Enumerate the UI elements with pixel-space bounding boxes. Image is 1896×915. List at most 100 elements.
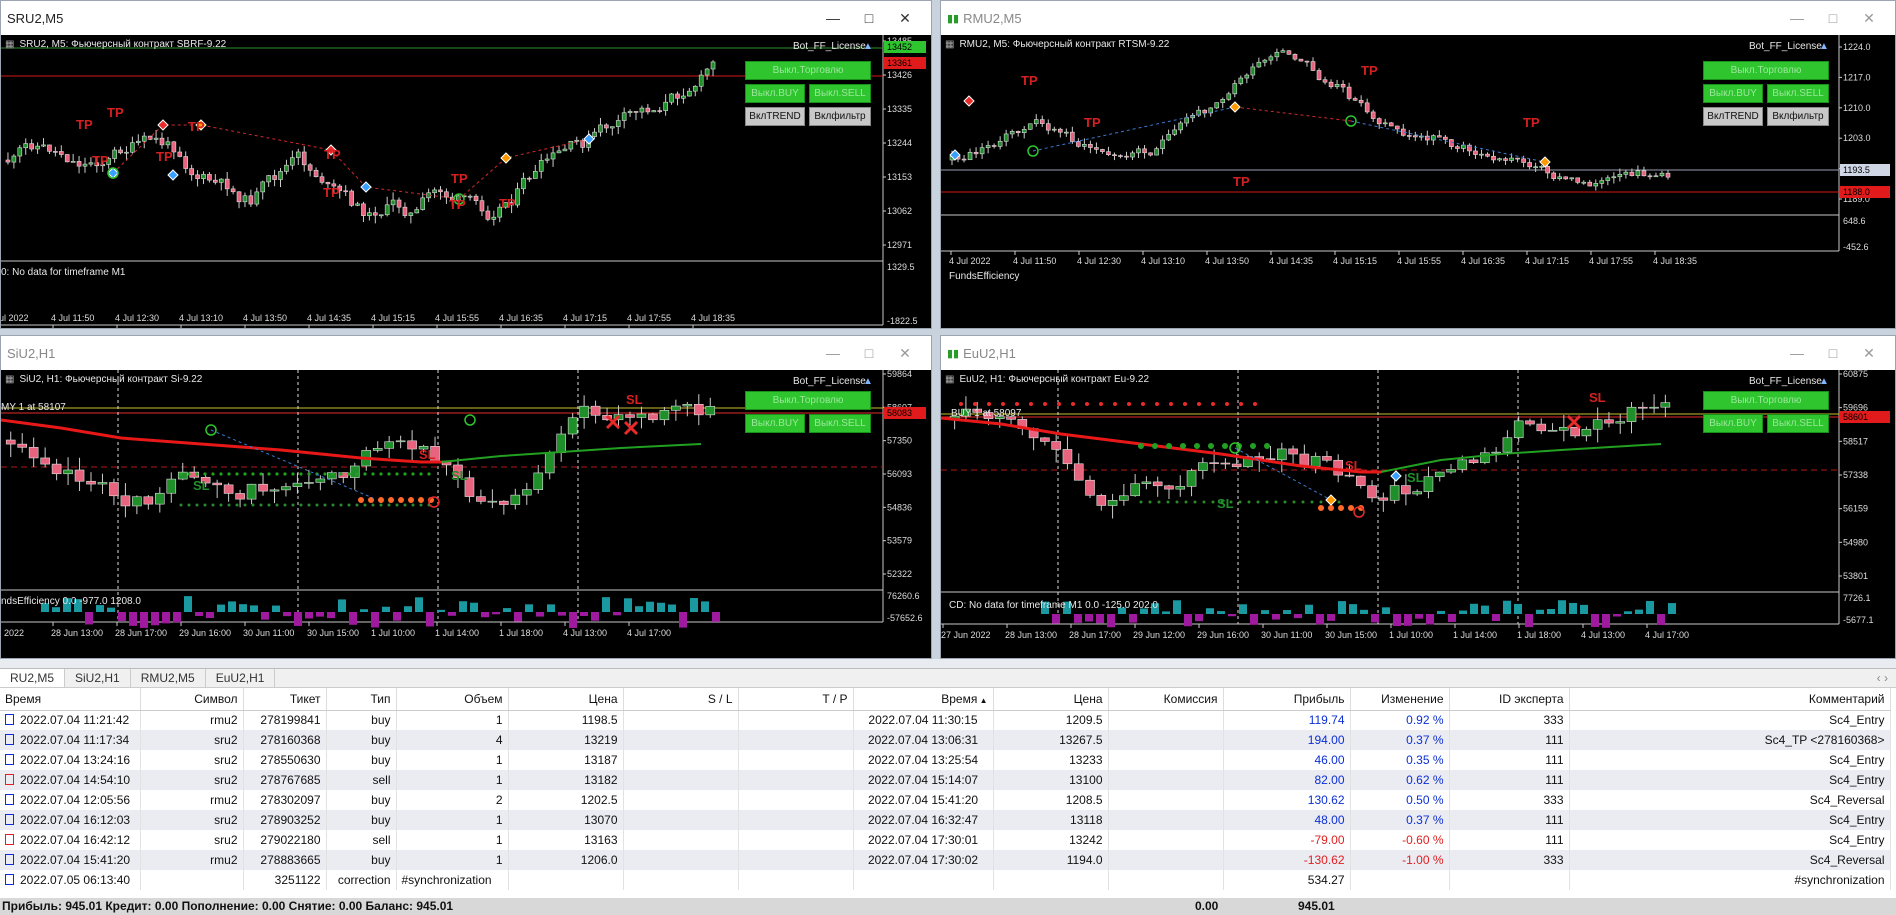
maximize-icon[interactable]: □ — [1815, 1, 1851, 35]
histogram-bar — [690, 598, 698, 612]
bull-candle — [1262, 59, 1268, 63]
disable-sell-button[interactable]: Выкл.SELL — [809, 414, 871, 433]
close-icon[interactable]: ✕ — [887, 336, 923, 370]
cell-ticket: 3251122 — [243, 870, 327, 890]
column-header[interactable]: Цена — [993, 688, 1109, 711]
column-header[interactable]: Прибыль — [1223, 688, 1351, 711]
chart-window-euu2[interactable]: ▮▮ EuU2,H1 — □ ✕ 60875 59696 58517 57338 5615… — [940, 335, 1896, 659]
bull-candle — [242, 195, 248, 203]
disable-trading-button[interactable]: Выкл.Торговлю — [745, 391, 871, 410]
price-chart[interactable]: 134851342613335132441315313062129711329.… — [1, 35, 931, 328]
time-axis-label: 4 Jul 15:55 — [1397, 256, 1441, 266]
level-dot — [1155, 402, 1159, 406]
table-row[interactable]: 2022.07.04 16:42:12 sru2 279022180 sell 1 131… — [0, 830, 1891, 850]
bear-candle — [195, 174, 200, 179]
chart-window-rmu2[interactable]: ▮▮ RMU2,M5 — □ ✕ 1224.0 1217.0 1210.0 1203.0… — [940, 0, 1896, 329]
window-titlebar[interactable]: SiU2,H1 — □ ✕ — [1, 336, 931, 370]
tab-siu2[interactable]: SiU2,H1 — [65, 669, 131, 687]
table-row[interactable]: 2022.07.04 14:54:10 sru2 278767685 sell 1 131… — [0, 770, 1891, 790]
price-tag-label: 13361 — [887, 58, 912, 68]
minimize-icon[interactable]: — — [815, 336, 851, 370]
table-row[interactable]: 2022.07.04 16:12:03 sru2 278903252 buy 1 1307… — [0, 810, 1891, 830]
bull-candle — [372, 448, 383, 451]
disable-trading-button[interactable]: Выкл.Торговлю — [745, 61, 871, 80]
disable-buy-button[interactable]: Выкл.BUY — [1703, 414, 1763, 433]
table-row[interactable]: 2022.07.05 06:13:40 3251122 correction #syn… — [0, 870, 1891, 890]
bull-candle — [1172, 129, 1177, 135]
column-header[interactable]: Цена — [508, 688, 624, 711]
level-dot — [267, 503, 271, 507]
window-titlebar[interactable]: ▮▮ EuU2,H1 — □ ✕ — [941, 336, 1895, 370]
level-dot — [973, 402, 977, 406]
tab-rmu2[interactable]: RMU2,M5 — [131, 669, 206, 687]
disable-buy-button[interactable]: Выкл.BUY — [1703, 84, 1763, 103]
column-header[interactable]: Тип — [326, 688, 397, 711]
column-header[interactable]: Комментарий — [1569, 688, 1891, 711]
table-row[interactable]: 2022.07.04 12:05:56 rmu2 278302097 buy 2 1202… — [0, 790, 1891, 810]
minimize-icon[interactable]: — — [815, 1, 851, 35]
enable-filter-button[interactable]: Вклфильтр — [1767, 107, 1829, 126]
enable-filter-button[interactable]: Вклфильтр — [809, 107, 871, 126]
window-titlebar[interactable]: SRU2,M5 — □ ✕ — [1, 1, 931, 35]
table-row[interactable]: 2022.07.04 15:41:20 rmu2 278883665 buy 1 1206… — [0, 850, 1891, 870]
enable-trend-button[interactable]: ВклTREND — [1703, 107, 1763, 126]
column-header[interactable]: Объем — [396, 688, 509, 711]
maximize-icon[interactable]: □ — [851, 1, 887, 35]
indicator-axis-label: 76260.6 — [887, 591, 920, 601]
bear-candle — [1322, 456, 1332, 461]
bull-candle — [1592, 419, 1603, 430]
maximize-icon[interactable]: □ — [1815, 336, 1851, 370]
table-row[interactable]: 2022.07.04 13:24:16 sru2 278550630 buy 1 1318… — [0, 750, 1891, 770]
chart-window-siu2[interactable]: SiU2,H1 — □ ✕ 59864586075735056093548365… — [0, 335, 932, 659]
close-icon[interactable]: ✕ — [1851, 336, 1887, 370]
tab-sru2[interactable]: RU2,M5 — [0, 669, 66, 687]
disable-sell-button[interactable]: Выкл.SELL — [1767, 84, 1829, 103]
time-axis-label: 4 Jul 18:35 — [691, 313, 735, 323]
disable-buy-button[interactable]: Выкл.BUY — [745, 84, 805, 103]
table-row[interactable]: 2022.07.04 11:17:34 sru2 278160368 buy 4 1321… — [0, 730, 1891, 750]
window-titlebar[interactable]: ▮▮ RMU2,M5 — □ ✕ — [941, 1, 1895, 35]
disable-trading-button[interactable]: Выкл.Торговлю — [1703, 61, 1829, 80]
column-header[interactable]: ID эксперта — [1449, 688, 1570, 711]
price-chart[interactable]: 60875 59696 58517 57338 56159 54980 53801 7726.… — [941, 370, 1895, 658]
enable-trend-button[interactable]: ВклTREND — [745, 107, 805, 126]
level-dot — [1138, 443, 1144, 449]
level-dot — [1152, 443, 1158, 449]
cell-commission — [1108, 850, 1224, 870]
column-header[interactable]: Изменение — [1350, 688, 1450, 711]
histogram-bar — [1327, 614, 1335, 621]
bull-candle — [487, 500, 498, 503]
price-chart[interactable]: 5986458607573505609354836535795232276260… — [1, 370, 931, 658]
open-time: 2022.07.04 12:05:56 — [20, 793, 131, 807]
price-chart[interactable]: 1224.01217.01210.01203.01196.01189.0648.… — [941, 35, 1895, 328]
disable-buy-button[interactable]: Выкл.BUY — [745, 414, 805, 433]
tab-euu2[interactable]: EuU2,H1 — [206, 669, 276, 687]
disable-sell-button[interactable]: Выкл.SELL — [1767, 414, 1829, 433]
chart-window-sru2[interactable]: SRU2,M5 — □ ✕ 13485134261333513244131531… — [0, 0, 932, 329]
close-icon[interactable]: ✕ — [887, 1, 923, 35]
histogram-bar — [1404, 614, 1412, 626]
table-row[interactable]: 2022.07.04 11:21:42 rmu2 278199841 buy 1 1198… — [0, 710, 1891, 730]
bear-candle — [973, 151, 979, 155]
column-header[interactable]: Символ — [140, 688, 244, 711]
disable-trading-button[interactable]: Выкл.Торговлю — [1703, 391, 1829, 410]
column-header[interactable]: Время — [0, 688, 141, 711]
column-header[interactable]: Комиссия — [1108, 688, 1224, 711]
minimize-icon[interactable]: — — [1779, 1, 1815, 35]
column-header[interactable]: Тикет — [243, 688, 327, 711]
cell-sl — [623, 790, 739, 810]
bear-candle — [58, 151, 64, 155]
bull-candle — [1557, 176, 1562, 180]
column-header[interactable]: S / L — [623, 688, 739, 711]
maximize-icon[interactable]: □ — [851, 336, 887, 370]
column-header[interactable]: Время ▲ — [853, 688, 994, 711]
bear-candle — [319, 176, 325, 183]
close-icon[interactable]: ✕ — [1851, 1, 1887, 35]
disable-sell-button[interactable]: Выкл.SELL — [809, 84, 871, 103]
tab-scroll-icon[interactable]: ‹ › — [1869, 669, 1896, 687]
cell-price: 13182 — [508, 770, 624, 790]
minimize-icon[interactable]: — — [1779, 336, 1815, 370]
column-header[interactable]: T / P — [738, 688, 854, 711]
cell-open-time: 2022.07.04 16:42:12 — [0, 830, 141, 850]
cell-volume: 1 — [396, 750, 509, 770]
